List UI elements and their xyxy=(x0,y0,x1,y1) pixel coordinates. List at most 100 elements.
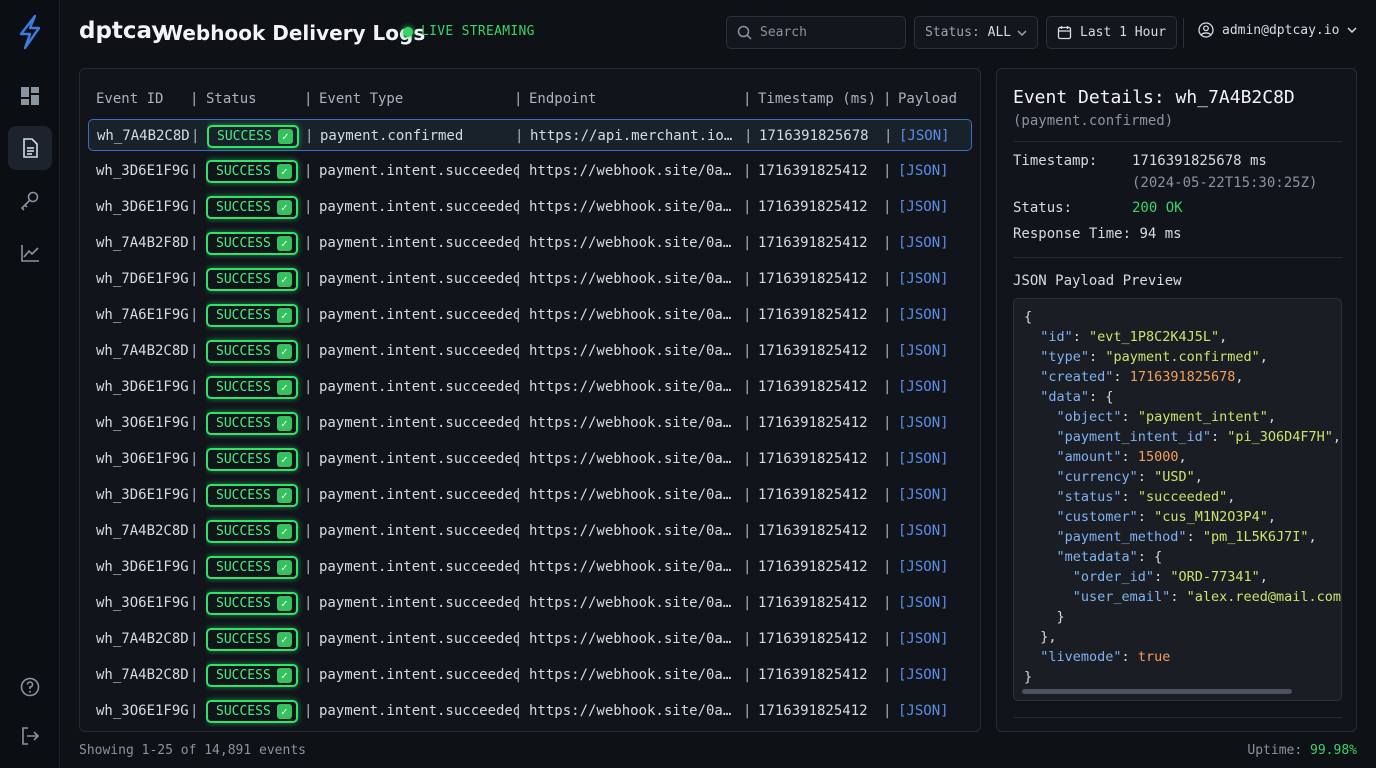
json-punct xyxy=(1024,409,1057,425)
column-header-status[interactable]: Status xyxy=(206,83,304,115)
key-icon[interactable] xyxy=(8,179,52,223)
code-line: "amount": 15000, xyxy=(1024,447,1341,467)
horizontal-scrollbar[interactable] xyxy=(1022,689,1292,694)
table-row[interactable]: wh_7A4B2C8D SUCCESS ✓ payment.intent.succee… xyxy=(88,515,972,547)
status-badge: SUCCESS ✓ xyxy=(206,483,298,507)
status-badge: SUCCESS ✓ xyxy=(206,195,298,219)
json-string: "payment.confirmed" xyxy=(1105,349,1260,365)
payload-json-link[interactable]: [JSON] xyxy=(898,163,949,179)
json-punct: }, xyxy=(1024,629,1057,645)
table-row[interactable]: wh_3O6E1F9G SUCCESS ✓ payment.intent.succee… xyxy=(88,407,972,439)
payload-json-link[interactable]: [JSON] xyxy=(898,523,949,539)
event-type: payment.intent.succeeded xyxy=(319,451,519,467)
payload-json-link[interactable]: [JSON] xyxy=(898,595,949,611)
column-header-endpoint[interactable]: Endpoint xyxy=(529,83,739,115)
timestamp: 1716391825412 xyxy=(758,199,868,215)
json-punct: : xyxy=(1210,429,1228,445)
payload-json-link[interactable]: [JSON] xyxy=(898,271,949,287)
status-cell: SUCCESS ✓ xyxy=(206,479,304,511)
table-row[interactable]: wh_3O6E1F9G SUCCESS ✓ payment.intent.succee… xyxy=(88,587,972,619)
column-separator: | xyxy=(190,559,199,575)
brand-name: dptcay xyxy=(79,18,167,44)
help-icon[interactable] xyxy=(8,665,52,709)
dashboard-icon[interactable] xyxy=(8,74,52,118)
column-header-event-type[interactable]: Event Type xyxy=(319,83,519,115)
code-line: "order_id": "ORD-77341", xyxy=(1024,567,1341,587)
timestamp: 1716391825412 xyxy=(758,343,868,359)
column-separator: | xyxy=(883,667,892,683)
json-key: "livemode" xyxy=(1040,649,1122,665)
logout-icon[interactable] xyxy=(8,714,52,758)
pagination-summary: Showing 1-25 of 14,891 events xyxy=(79,743,306,758)
time-range-dropdown[interactable]: Last 1 Hour xyxy=(1046,16,1178,49)
endpoint-text: https://api.merchant.io/v… xyxy=(530,128,736,144)
json-punct: } xyxy=(1024,669,1033,685)
column-separator: | xyxy=(743,163,752,179)
column-separator: | xyxy=(743,559,752,575)
payload-json-link[interactable]: [JSON] xyxy=(898,703,949,719)
table-row[interactable]: wh_7A4B2C8D SUCCESS ✓ payment.intent.succee… xyxy=(88,623,972,655)
table-row[interactable]: wh_3D6E1F9G SUCCESS ✓ payment.intent.succee… xyxy=(88,191,972,223)
column-separator: | xyxy=(304,415,313,431)
column-separator: | xyxy=(743,523,752,539)
endpoint-text: https://webhook.site/0a2b… xyxy=(529,451,735,467)
table-row[interactable]: wh_7D6E1F9G SUCCESS ✓ payment.intent.succee… xyxy=(88,263,972,295)
timestamp: 1716391825412 xyxy=(758,163,868,179)
payload-link-cell: [JSON] xyxy=(898,371,968,403)
column-separator: | xyxy=(190,235,199,251)
code-line: "livemode": true xyxy=(1024,647,1341,667)
column-header-timestamp[interactable]: Timestamp (ms) xyxy=(758,83,874,115)
payload-json-link[interactable]: [JSON] xyxy=(898,235,949,251)
payload-json-link[interactable]: [JSON] xyxy=(898,487,949,503)
payload-json-link[interactable]: [JSON] xyxy=(898,667,949,683)
payload-json-link[interactable]: [JSON] xyxy=(899,128,950,144)
endpoint-text: https://webhook.site/0a2b… xyxy=(529,487,735,503)
table-row[interactable]: wh_3D6E1F9G SUCCESS ✓ payment.intent.succee… xyxy=(88,371,972,403)
user-menu[interactable]: admin@dptcay.io xyxy=(1198,22,1365,38)
table-row[interactable]: wh_7A4B2C8D SUCCESS ✓ payment.confirmed http… xyxy=(88,119,972,151)
payload-json-link[interactable]: [JSON] xyxy=(898,631,949,647)
json-punct: , xyxy=(1235,369,1244,385)
search-box[interactable] xyxy=(726,16,906,49)
payload-json-link[interactable]: [JSON] xyxy=(898,343,949,359)
user-email: admin@dptcay.io xyxy=(1222,22,1340,38)
json-punct xyxy=(1024,489,1057,505)
json-punct: , xyxy=(1227,489,1236,505)
analytics-icon[interactable] xyxy=(8,231,52,275)
status-filter-dropdown[interactable]: Status: ALL xyxy=(914,16,1039,49)
column-header-payload[interactable]: Payload xyxy=(898,83,968,115)
table-row[interactable]: wh_7A4B2C8D SUCCESS ✓ payment.intent.succee… xyxy=(88,659,972,691)
logs-icon[interactable] xyxy=(8,126,52,170)
table-row[interactable]: wh_3D6E1F9G SUCCESS ✓ payment.intent.succee… xyxy=(88,479,972,511)
column-header-event-id[interactable]: Event ID xyxy=(96,83,194,115)
json-punct: } xyxy=(1024,609,1065,625)
check-icon: ✓ xyxy=(276,595,292,611)
table-row[interactable]: wh_3O6E1F9G SUCCESS ✓ payment.intent.succee… xyxy=(88,695,972,727)
check-icon: ✓ xyxy=(276,487,292,503)
json-punct: : xyxy=(1186,529,1203,545)
payload-json-link[interactable]: [JSON] xyxy=(898,451,949,467)
json-punct: : { xyxy=(1089,389,1114,405)
table-row[interactable]: wh_3O6E1F9G SUCCESS ✓ payment.intent.succee… xyxy=(88,443,972,475)
search-input[interactable] xyxy=(760,25,890,40)
table-row[interactable]: wh_3D6E1F9G SUCCESS ✓ payment.intent.succee… xyxy=(88,551,972,583)
app-logo-icon[interactable] xyxy=(15,14,45,50)
table-header: Event ID | Status | Event Type | Endpoin… xyxy=(88,83,972,115)
payload-json-link[interactable]: [JSON] xyxy=(898,379,949,395)
json-payload-preview[interactable]: { "id": "evt_1P8C2K4J5L", "type": "payme… xyxy=(1013,298,1342,701)
check-icon: ✓ xyxy=(276,235,292,251)
table-row[interactable]: wh_3D6E1F9G SUCCESS ✓ payment.intent.succee… xyxy=(88,155,972,187)
json-punct xyxy=(1024,469,1057,485)
json-string: "succeeded" xyxy=(1137,489,1228,505)
table-row[interactable]: wh_7A4B2C8D SUCCESS ✓ payment.intent.succee… xyxy=(88,335,972,367)
payload-json-link[interactable]: [JSON] xyxy=(898,415,949,431)
payload-json-link[interactable]: [JSON] xyxy=(898,307,949,323)
column-separator: | xyxy=(190,199,199,215)
event-id: wh_3D6E1F9G xyxy=(96,379,189,395)
payload-json-link[interactable]: [JSON] xyxy=(898,559,949,575)
column-separator: | xyxy=(190,307,199,323)
table-row[interactable]: wh_7A4B2F8D SUCCESS ✓ payment.intent.succee… xyxy=(88,227,972,259)
payload-json-link[interactable]: [JSON] xyxy=(898,199,949,215)
table-row[interactable]: wh_7A6E1F9G SUCCESS ✓ payment.intent.succee… xyxy=(88,299,972,331)
timestamp-value: 1716391825678 ms xyxy=(1132,153,1267,169)
